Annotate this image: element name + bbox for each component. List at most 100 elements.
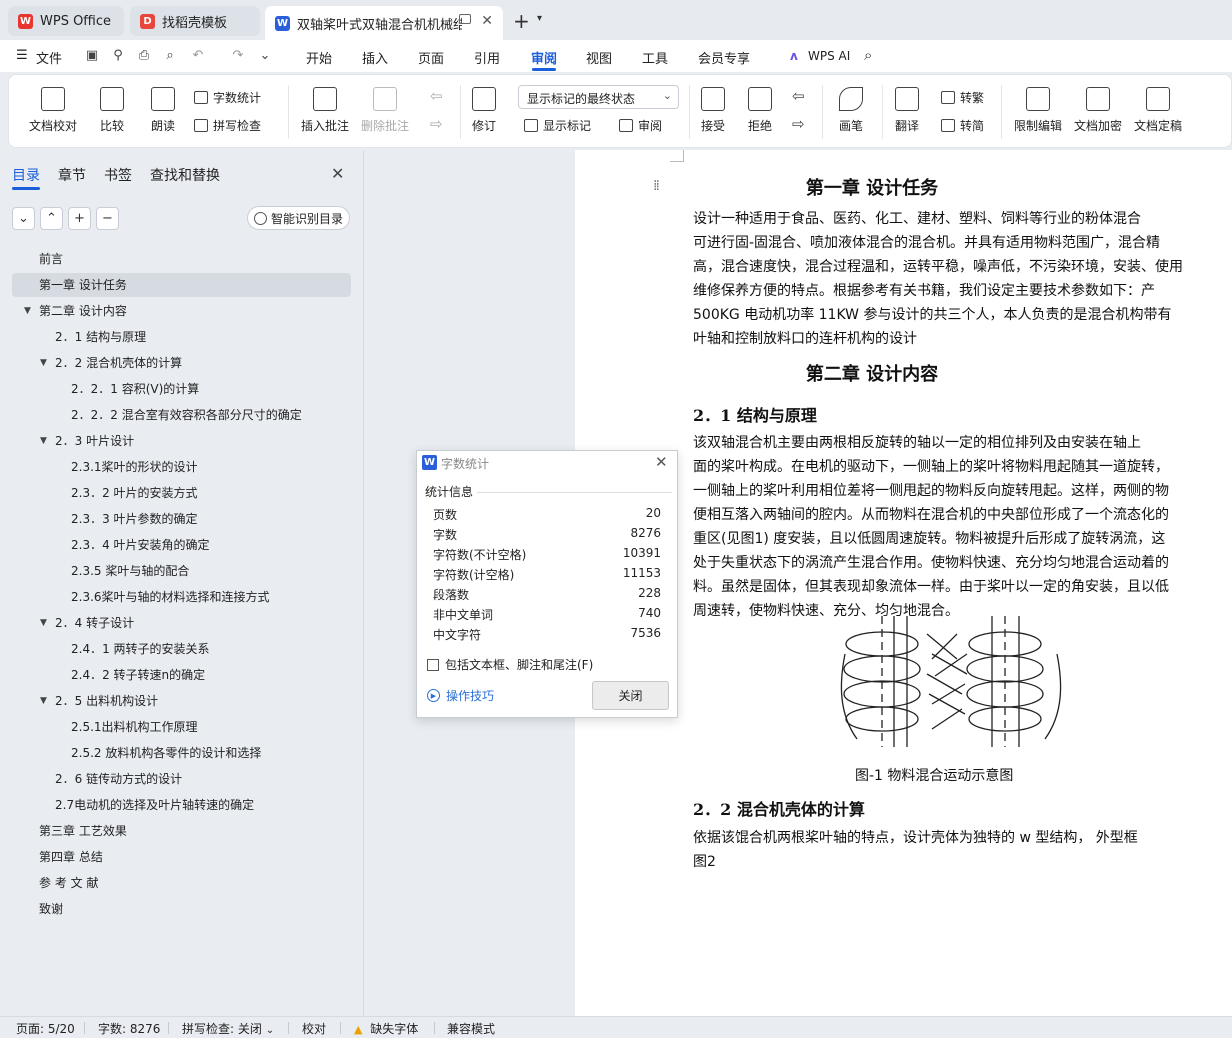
markup-state-select[interactable]: 显示标记的最终状态 ⌄ bbox=[518, 85, 679, 109]
next-comment-icon[interactable]: ⇨ bbox=[430, 115, 443, 133]
tab-list-chevron-icon[interactable]: ▾ bbox=[537, 13, 542, 24]
reject-button[interactable]: 拒绝 bbox=[748, 87, 772, 134]
to-traditional-button[interactable]: 转繁 bbox=[941, 89, 984, 106]
compare-button[interactable]: 比较 bbox=[100, 87, 124, 134]
toc-item[interactable]: 2.5.2 放料机构各零件的设计和选择 bbox=[71, 741, 261, 765]
menu-insert[interactable]: 插入 bbox=[362, 48, 388, 67]
toc-item[interactable]: 2.3.6桨叶与轴的材料选择和连接方式 bbox=[71, 585, 270, 609]
expand-arrow-icon[interactable]: ▼ bbox=[40, 611, 47, 635]
toc-item[interactable]: 2.7电动机的选择及叶片轴转速的确定 bbox=[55, 793, 254, 817]
close-tab-icon[interactable]: ✕ bbox=[481, 13, 493, 29]
proof-status[interactable]: 校对 bbox=[302, 1020, 326, 1037]
tab-docer-templates[interactable]: D 找稻壳模板 bbox=[130, 6, 260, 36]
hamburger-icon[interactable]: ☰ bbox=[16, 48, 28, 63]
print-preview-icon[interactable]: ⌕ bbox=[162, 47, 178, 63]
nav-tab-toc[interactable]: 目录 bbox=[12, 165, 40, 185]
redo-icon[interactable]: ↷ bbox=[230, 47, 246, 63]
spell-check-button[interactable]: 拼写检查 bbox=[194, 117, 261, 134]
review-pane-button[interactable]: 审阅 bbox=[619, 117, 662, 134]
menu-home[interactable]: 开始 bbox=[306, 48, 332, 67]
word-count-button[interactable]: 字数统计 bbox=[194, 89, 261, 106]
spell-check-status[interactable]: 拼写检查: 关闭 ⌄ bbox=[182, 1020, 274, 1037]
toc-item[interactable]: 第四章 总结 bbox=[39, 845, 103, 869]
expand-arrow-icon[interactable]: ▼ bbox=[40, 429, 47, 453]
link-icon[interactable]: ⚲ bbox=[110, 47, 126, 63]
menu-wps-ai[interactable]: WPS AI bbox=[808, 49, 850, 63]
nav-tab-chapters[interactable]: 章节 bbox=[58, 165, 86, 185]
toc-item[interactable]: 2．2．1 容积(V)的计算 bbox=[71, 377, 199, 401]
monitor-icon[interactable] bbox=[459, 14, 471, 24]
close-dialog-icon[interactable]: ✕ bbox=[655, 453, 668, 471]
toc-item[interactable]: 参 考 文 献 bbox=[39, 871, 98, 895]
tab-document[interactable]: W 双轴桨叶式双轴混合机机械结 ✕ bbox=[265, 6, 503, 40]
finalize-button[interactable]: 文档定稿 bbox=[1134, 87, 1182, 134]
toc-item[interactable]: ▼ 2．4 转子设计 bbox=[40, 611, 134, 635]
expand-arrow-icon[interactable]: ▼ bbox=[40, 351, 47, 375]
add-heading-button[interactable]: + bbox=[68, 207, 91, 230]
menu-references[interactable]: 引用 bbox=[474, 48, 500, 67]
new-tab-button[interactable]: + bbox=[513, 9, 530, 33]
restrict-edit-button[interactable]: 限制编辑 bbox=[1014, 87, 1062, 134]
nav-tab-bookmarks[interactable]: 书签 bbox=[104, 165, 132, 185]
toc-item[interactable]: 2.4．1 两转子的安装关系 bbox=[71, 637, 210, 661]
tips-link[interactable]: ▶ 操作技巧 bbox=[427, 687, 494, 704]
delete-comment-button[interactable]: 删除批注 bbox=[361, 87, 409, 134]
word-count-indicator[interactable]: 字数: 8276 bbox=[98, 1020, 160, 1037]
toc-item[interactable]: 2.4．2 转子转速n的确定 bbox=[71, 663, 205, 687]
proofread-button[interactable]: 文档校对 bbox=[29, 87, 77, 134]
toc-item[interactable]: ▼ 第二章 设计内容 bbox=[24, 299, 127, 323]
toc-item[interactable]: 第三章 工艺效果 bbox=[39, 819, 127, 843]
page-indicator[interactable]: 页面: 5/20 bbox=[16, 1020, 75, 1037]
prev-comment-icon[interactable]: ⇦ bbox=[430, 87, 443, 105]
toc-item[interactable]: 2.3．2 叶片的安装方式 bbox=[71, 481, 198, 505]
toc-item[interactable]: 前言 bbox=[39, 247, 63, 271]
toc-item[interactable]: 2.3.1桨叶的形状的设计 bbox=[71, 455, 198, 479]
toc-item[interactable]: 2．1 结构与原理 bbox=[55, 325, 146, 349]
toc-item[interactable]: 第一章 设计任务 bbox=[39, 273, 127, 297]
translate-button[interactable]: 翻译 bbox=[895, 87, 919, 134]
remove-heading-button[interactable]: − bbox=[96, 207, 119, 230]
pen-button[interactable]: 画笔 bbox=[839, 87, 863, 134]
menu-view[interactable]: 视图 bbox=[586, 48, 612, 67]
insert-comment-button[interactable]: 插入批注 bbox=[301, 87, 349, 134]
revise-button[interactable]: 修订 bbox=[472, 87, 496, 134]
menu-member[interactable]: 会员专享 bbox=[698, 48, 750, 67]
read-aloud-button[interactable]: 朗读 bbox=[151, 87, 175, 134]
toc-item[interactable]: 2.5.1出料机构工作原理 bbox=[71, 715, 198, 739]
missing-font-status[interactable]: ▲ 缺失字体 bbox=[354, 1020, 418, 1037]
expand-arrow-icon[interactable]: ▼ bbox=[40, 689, 47, 713]
prev-change-icon[interactable]: ⇦ bbox=[792, 87, 805, 105]
next-change-icon[interactable]: ⇨ bbox=[792, 115, 805, 133]
close-pane-icon[interactable]: ✕ bbox=[331, 164, 344, 183]
collapse-all-button[interactable]: ⌄ bbox=[12, 207, 35, 230]
toc-item[interactable]: 2.3．4 叶片安装角的确定 bbox=[71, 533, 210, 557]
close-button[interactable]: 关闭 bbox=[592, 681, 669, 710]
toc-item[interactable]: 2．6 链传动方式的设计 bbox=[55, 767, 182, 791]
include-textbox-checkbox[interactable]: 包括文本框、脚注和尾注(F) bbox=[427, 656, 593, 673]
toc-item[interactable]: 2.3.5 桨叶与轴的配合 bbox=[71, 559, 189, 583]
encrypt-button[interactable]: 文档加密 bbox=[1074, 87, 1122, 134]
undo-icon[interactable]: ↶ bbox=[190, 47, 206, 63]
tab-wps-office[interactable]: W WPS Office bbox=[8, 6, 124, 36]
expand-all-button[interactable]: ⌃ bbox=[40, 207, 63, 230]
menu-review[interactable]: 审阅 bbox=[531, 48, 557, 67]
nav-tab-find-replace[interactable]: 查找和替换 bbox=[150, 165, 220, 185]
toc-item[interactable]: ▼ 2．3 叶片设计 bbox=[40, 429, 134, 453]
toc-item[interactable]: 2.3．3 叶片参数的确定 bbox=[71, 507, 198, 531]
menu-file[interactable]: 文件 bbox=[36, 48, 62, 67]
show-markup-button[interactable]: 显示标记 bbox=[524, 117, 591, 134]
menu-page[interactable]: 页面 bbox=[418, 48, 444, 67]
more-chevron-icon[interactable]: ⌄ bbox=[257, 47, 273, 63]
toc-item[interactable]: ▼ 2．5 出料机构设计 bbox=[40, 689, 158, 713]
toc-item[interactable]: ▼ 2．2 混合机壳体的计算 bbox=[40, 351, 182, 375]
toc-item[interactable]: 2．2．2 混合室有效容积各部分尺寸的确定 bbox=[71, 403, 302, 427]
print-icon[interactable]: ⎙ bbox=[136, 47, 152, 63]
expand-arrow-icon[interactable]: ▼ bbox=[24, 299, 31, 323]
smart-toc-button[interactable]: 智能识别目录 bbox=[247, 206, 350, 230]
search-icon[interactable]: ⌕ bbox=[864, 46, 872, 64]
save-icon[interactable]: ▣ bbox=[84, 47, 100, 63]
accept-button[interactable]: 接受 bbox=[701, 87, 725, 134]
to-simplified-button[interactable]: 转简 bbox=[941, 117, 984, 134]
toc-item[interactable]: 致谢 bbox=[39, 897, 63, 921]
menu-tools[interactable]: 工具 bbox=[642, 48, 668, 67]
